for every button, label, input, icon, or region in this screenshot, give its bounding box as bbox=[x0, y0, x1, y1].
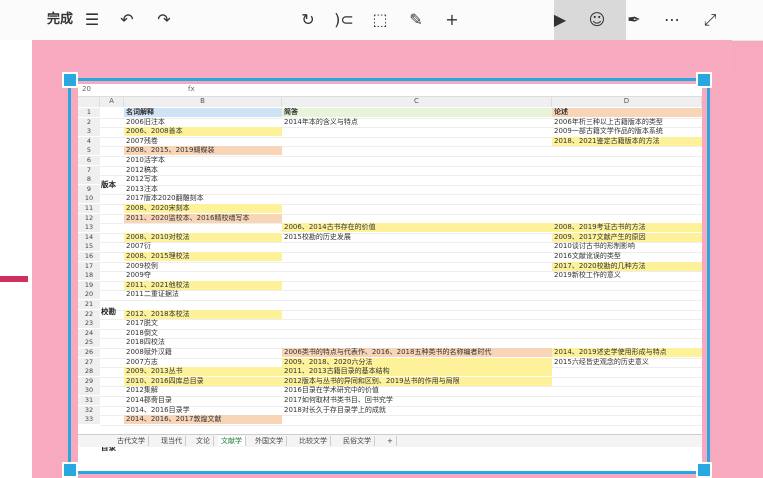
resize-handle[interactable] bbox=[62, 462, 78, 478]
select-icon[interactable]: ⬚ bbox=[368, 8, 392, 32]
left-margin bbox=[0, 40, 32, 478]
emoji-icon[interactable]: ☺ bbox=[585, 8, 609, 32]
resize-handle[interactable] bbox=[696, 72, 712, 88]
resize-handle[interactable] bbox=[62, 72, 78, 88]
left-marker bbox=[0, 276, 28, 282]
expand-icon[interactable]: ⤢ bbox=[698, 8, 722, 32]
undo-icon[interactable]: ↶ bbox=[115, 8, 139, 32]
lasso-icon[interactable]: )⊂ bbox=[332, 8, 356, 32]
resize-handle[interactable] bbox=[696, 462, 712, 478]
pen-icon[interactable]: ✒ bbox=[622, 8, 646, 32]
redo-icon[interactable]: ↷ bbox=[152, 8, 176, 32]
more-icon[interactable]: ⋯ bbox=[660, 8, 684, 32]
top-toolbar: 完成 ☰ ↶ ↷ ↻ )⊂ ⬚ ✎ + ▶ ☺ ✒ ⋯ ⤢ bbox=[0, 0, 763, 41]
list-icon[interactable]: ☰ bbox=[80, 8, 104, 32]
rotate-icon[interactable]: ↻ bbox=[296, 8, 320, 32]
text-box-icon[interactable]: ✎ bbox=[404, 8, 428, 32]
add-icon[interactable]: + bbox=[440, 8, 464, 32]
present-icon[interactable]: ▶ bbox=[548, 8, 572, 32]
done-button[interactable]: 完成 bbox=[42, 8, 78, 32]
selection-frame[interactable] bbox=[68, 78, 710, 474]
slide-background bbox=[32, 40, 732, 78]
